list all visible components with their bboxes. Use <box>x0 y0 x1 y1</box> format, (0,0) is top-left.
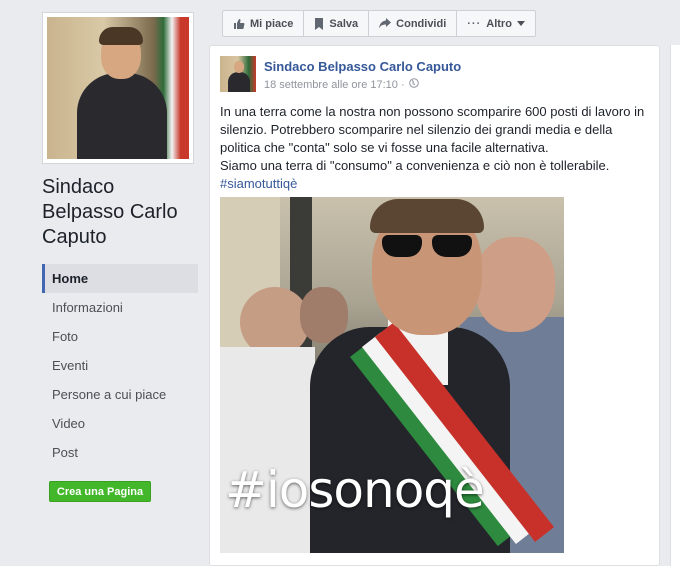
page-title-line: Belpasso Carlo <box>42 201 178 223</box>
left-column: Sindaco Belpasso Carlo Caputo Home Infor… <box>0 0 206 566</box>
sidebar-nav: Home Informazioni Foto Eventi Persone a … <box>42 264 198 467</box>
post-card: Sindaco Belpasso Carlo Caputo 18 settemb… <box>209 45 660 566</box>
page-title-line: Sindaco <box>42 176 115 198</box>
sidebar-item-video[interactable]: Video <box>42 409 198 438</box>
page-action-bar: Mi piace Salva Condividi ··· Altro <box>222 10 536 37</box>
post-paragraph: In una terra come la nostra non possono … <box>220 104 645 155</box>
thumbs-up-icon <box>233 18 245 30</box>
post-meta: 18 settembre alle ore 17:10 · <box>264 78 419 91</box>
chevron-down-icon <box>516 21 525 26</box>
sidebar-item-informazioni[interactable]: Informazioni <box>42 293 198 322</box>
sidebar-item-home[interactable]: Home <box>42 264 198 293</box>
page-title-line: Caputo <box>42 226 107 248</box>
sidebar-item-persone[interactable]: Persone a cui piace <box>42 380 198 409</box>
save-button[interactable]: Salva <box>304 11 370 36</box>
post-text: In una terra come la nostra non possono … <box>220 103 650 193</box>
post-author-avatar[interactable] <box>220 56 256 92</box>
more-dots-icon: ··· <box>467 17 482 30</box>
share-icon <box>379 18 392 29</box>
post-hashtag-link[interactable]: #siamotuttiqè <box>220 176 297 191</box>
share-button[interactable]: Condividi <box>369 11 458 36</box>
create-page-button[interactable]: Crea una Pagina <box>49 481 151 502</box>
post-author-name[interactable]: Sindaco Belpasso Carlo Caputo <box>264 59 461 74</box>
page-title[interactable]: Sindaco Belpasso Carlo Caputo <box>42 175 202 250</box>
like-label: Mi piace <box>250 17 294 30</box>
save-label: Salva <box>329 17 359 30</box>
sidebar-item-post[interactable]: Post <box>42 438 198 467</box>
profile-picture[interactable] <box>42 12 194 164</box>
photo-overlay-hashtag: #iosonoqè <box>225 461 485 519</box>
more-label: Altro <box>486 17 512 30</box>
more-button[interactable]: ··· Altro <box>457 11 535 36</box>
globe-icon <box>408 78 419 91</box>
sidebar-item-foto[interactable]: Foto <box>42 322 198 351</box>
post-timestamp[interactable]: 18 settembre alle ore 17:10 · <box>264 79 405 91</box>
share-label: Condividi <box>396 17 447 30</box>
sidebar-item-eventi[interactable]: Eventi <box>42 351 198 380</box>
post-photo[interactable]: #iosonoqè <box>220 197 564 553</box>
bookmark-icon <box>314 17 324 30</box>
like-button[interactable]: Mi piace <box>223 11 305 36</box>
right-column-edge <box>670 45 680 566</box>
post-paragraph: Siamo una terra di "consumo" a convenien… <box>220 158 610 173</box>
profile-photo <box>47 17 189 159</box>
